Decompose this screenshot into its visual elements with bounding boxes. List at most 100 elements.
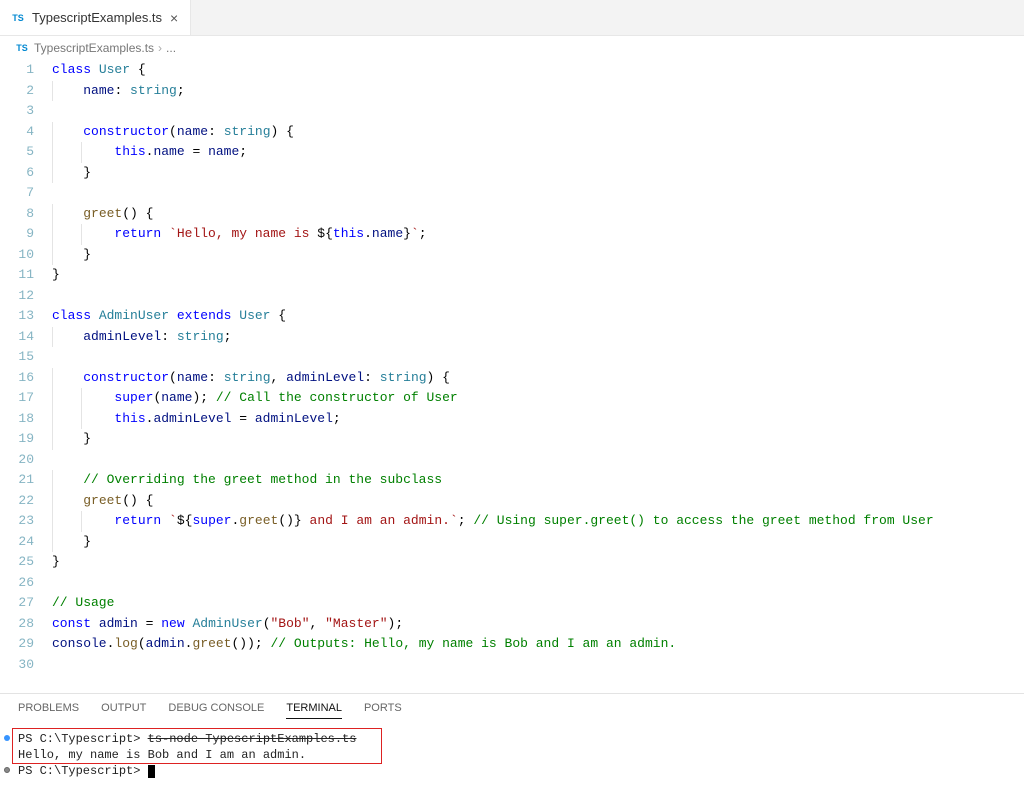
- code-line[interactable]: 13class AdminUser extends User {: [0, 306, 1024, 327]
- terminal-line: Hello, my name is Bob and I am an admin.: [18, 747, 1006, 763]
- code-content[interactable]: this.adminLevel = adminLevel;: [52, 409, 1024, 430]
- code-content[interactable]: class AdminUser extends User {: [52, 306, 1024, 327]
- line-number: 5: [0, 142, 52, 163]
- line-number: 12: [0, 286, 52, 307]
- line-number: 19: [0, 429, 52, 450]
- code-content[interactable]: // Usage: [52, 593, 1024, 614]
- line-number: 4: [0, 122, 52, 143]
- code-line[interactable]: 23 return `${super.greet()} and I am an …: [0, 511, 1024, 532]
- code-line[interactable]: 20: [0, 450, 1024, 471]
- code-line[interactable]: 27// Usage: [0, 593, 1024, 614]
- line-number: 6: [0, 163, 52, 184]
- code-line[interactable]: 6 }: [0, 163, 1024, 184]
- tab-ports[interactable]: PORTS: [364, 702, 402, 719]
- code-line[interactable]: 3: [0, 101, 1024, 122]
- tab-debug-console[interactable]: DEBUG CONSOLE: [168, 702, 264, 719]
- code-editor[interactable]: 1class User {2 name: string;34 construct…: [0, 60, 1024, 693]
- status-dot-icon: [4, 767, 10, 773]
- code-line[interactable]: 29console.log(admin.greet()); // Outputs…: [0, 634, 1024, 655]
- tab-output[interactable]: OUTPUT: [101, 702, 146, 719]
- code-line[interactable]: 30: [0, 655, 1024, 676]
- line-number: 21: [0, 470, 52, 491]
- code-line[interactable]: 4 constructor(name: string) {: [0, 122, 1024, 143]
- line-number: 7: [0, 183, 52, 204]
- line-number: 29: [0, 634, 52, 655]
- close-icon[interactable]: ×: [168, 10, 180, 26]
- code-content[interactable]: class User {: [52, 60, 1024, 81]
- code-line[interactable]: 16 constructor(name: string, adminLevel:…: [0, 368, 1024, 389]
- tab-terminal[interactable]: TERMINAL: [286, 702, 342, 719]
- code-content[interactable]: constructor(name: string) {: [52, 122, 1024, 143]
- code-line[interactable]: 17 super(name); // Call the constructor …: [0, 388, 1024, 409]
- editor-tab[interactable]: TS TypescriptExamples.ts ×: [0, 0, 191, 35]
- code-content[interactable]: name: string;: [52, 81, 1024, 102]
- line-number: 20: [0, 450, 52, 471]
- line-number: 8: [0, 204, 52, 225]
- code-content[interactable]: super(name); // Call the constructor of …: [52, 388, 1024, 409]
- code-content[interactable]: }: [52, 163, 1024, 184]
- editor-tab-bar: TS TypescriptExamples.ts ×: [0, 0, 1024, 36]
- code-content[interactable]: this.name = name;: [52, 142, 1024, 163]
- line-number: 9: [0, 224, 52, 245]
- code-content[interactable]: }: [52, 429, 1024, 450]
- code-content[interactable]: constructor(name: string, adminLevel: st…: [52, 368, 1024, 389]
- line-number: 24: [0, 532, 52, 553]
- line-number: 16: [0, 368, 52, 389]
- code-line[interactable]: 15: [0, 347, 1024, 368]
- typescript-icon: TS: [10, 13, 26, 23]
- terminal-cursor: [148, 765, 155, 778]
- terminal[interactable]: PS C:\Typescript> ts-node TypescriptExam…: [0, 725, 1024, 793]
- line-number: 3: [0, 101, 52, 122]
- breadcrumb-file: TypescriptExamples.ts: [34, 41, 154, 55]
- code-content[interactable]: }: [52, 532, 1024, 553]
- code-line[interactable]: 12: [0, 286, 1024, 307]
- code-content[interactable]: const admin = new AdminUser("Bob", "Mast…: [52, 614, 1024, 635]
- code-line[interactable]: 14 adminLevel: string;: [0, 327, 1024, 348]
- code-line[interactable]: 9 return `Hello, my name is ${this.name}…: [0, 224, 1024, 245]
- bottom-panel: PROBLEMS OUTPUT DEBUG CONSOLE TERMINAL P…: [0, 693, 1024, 793]
- line-number: 30: [0, 655, 52, 676]
- code-content[interactable]: }: [52, 265, 1024, 286]
- line-number: 27: [0, 593, 52, 614]
- code-line[interactable]: 2 name: string;: [0, 81, 1024, 102]
- code-line[interactable]: 21 // Overriding the greet method in the…: [0, 470, 1024, 491]
- code-content[interactable]: return `Hello, my name is ${this.name}`;: [52, 224, 1024, 245]
- code-line[interactable]: 25}: [0, 552, 1024, 573]
- line-number: 18: [0, 409, 52, 430]
- code-line[interactable]: 11}: [0, 265, 1024, 286]
- code-line[interactable]: 8 greet() {: [0, 204, 1024, 225]
- code-line[interactable]: 19 }: [0, 429, 1024, 450]
- code-line[interactable]: 10 }: [0, 245, 1024, 266]
- code-content[interactable]: // Overriding the greet method in the su…: [52, 470, 1024, 491]
- terminal-line: PS C:\Typescript>: [18, 763, 1006, 779]
- line-number: 25: [0, 552, 52, 573]
- line-number: 11: [0, 265, 52, 286]
- code-content[interactable]: }: [52, 552, 1024, 573]
- code-content[interactable]: adminLevel: string;: [52, 327, 1024, 348]
- code-line[interactable]: 1class User {: [0, 60, 1024, 81]
- line-number: 15: [0, 347, 52, 368]
- breadcrumb[interactable]: TS TypescriptExamples.ts › ...: [0, 36, 1024, 60]
- code-content[interactable]: return `${super.greet()} and I am an adm…: [52, 511, 1024, 532]
- code-content[interactable]: greet() {: [52, 204, 1024, 225]
- code-content[interactable]: }: [52, 245, 1024, 266]
- line-number: 26: [0, 573, 52, 594]
- code-line[interactable]: 5 this.name = name;: [0, 142, 1024, 163]
- chevron-right-icon: ›: [158, 41, 162, 55]
- line-number: 10: [0, 245, 52, 266]
- typescript-icon: TS: [14, 43, 30, 53]
- code-line[interactable]: 28const admin = new AdminUser("Bob", "Ma…: [0, 614, 1024, 635]
- tab-problems[interactable]: PROBLEMS: [18, 702, 79, 719]
- code-line[interactable]: 7: [0, 183, 1024, 204]
- line-number: 14: [0, 327, 52, 348]
- code-content[interactable]: console.log(admin.greet()); // Outputs: …: [52, 634, 1024, 655]
- line-number: 23: [0, 511, 52, 532]
- code-line[interactable]: 22 greet() {: [0, 491, 1024, 512]
- code-content[interactable]: greet() {: [52, 491, 1024, 512]
- line-number: 13: [0, 306, 52, 327]
- code-line[interactable]: 26: [0, 573, 1024, 594]
- code-line[interactable]: 24 }: [0, 532, 1024, 553]
- code-line[interactable]: 18 this.adminLevel = adminLevel;: [0, 409, 1024, 430]
- line-number: 28: [0, 614, 52, 635]
- breadcrumb-trail: ...: [166, 41, 176, 55]
